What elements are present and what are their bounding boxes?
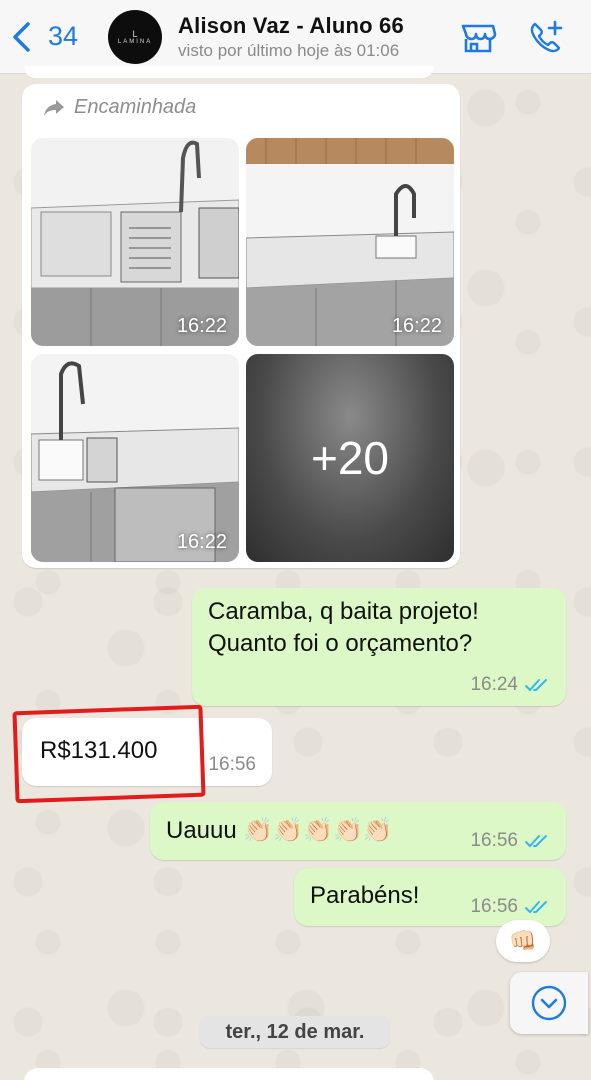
album-image-1[interactable]: 16:22: [31, 138, 239, 346]
read-ticks-icon: [525, 679, 547, 692]
red-highlight-box: [12, 704, 206, 804]
chevron-down-circle-icon: [531, 985, 567, 1021]
back-button[interactable]: 34: [10, 21, 78, 53]
chat-header: 34 L LAMINA Alison Vaz - Aluno 66 visto …: [0, 0, 591, 74]
avatar-brand: LAMINA: [117, 38, 153, 45]
avatar[interactable]: L LAMINA: [108, 9, 163, 64]
message-text: Uauuu 👏🏻👏🏻👏🏻👏🏻👏🏻: [166, 817, 393, 844]
store-icon[interactable]: [459, 18, 497, 56]
outgoing-message[interactable]: Uauuu 👏🏻👏🏻👏🏻👏🏻👏🏻 16:56: [150, 802, 566, 860]
next-message-edge: [24, 1068, 434, 1080]
image-time: 16:22: [176, 315, 227, 337]
forwarded-text: Encaminhada: [74, 96, 197, 118]
read-ticks-icon: [525, 901, 547, 914]
contact-name: Alison Vaz - Aluno 66: [178, 12, 404, 38]
image-time: 16:22: [391, 315, 442, 337]
scroll-to-bottom-button[interactable]: [510, 972, 588, 1034]
outgoing-message[interactable]: Caramba, q baita projeto! Quanto foi o o…: [192, 588, 566, 706]
message-text-line: Quanto foi o orçamento?: [208, 630, 473, 657]
previous-message-edge: [24, 66, 434, 78]
message-text: Parabéns!: [310, 882, 420, 909]
forwarded-label: Encaminhada: [42, 96, 196, 119]
message-time: 16:24: [470, 674, 518, 695]
unread-count: 34: [48, 21, 79, 51]
contact-info[interactable]: Alison Vaz - Aluno 66 visto por último h…: [178, 13, 404, 61]
outgoing-message[interactable]: Parabéns! 16:56: [294, 868, 566, 926]
image-time: 16:22: [176, 531, 227, 553]
back-chevron-icon: [13, 21, 30, 52]
album-image-2[interactable]: 16:22: [246, 138, 454, 346]
last-seen-status: visto por último hoje às 01:06: [178, 40, 400, 60]
more-images-count: +20: [310, 432, 390, 484]
avatar-mark: L: [132, 28, 138, 39]
album-image-3[interactable]: 16:22: [31, 354, 239, 562]
message-time: 16:56: [470, 830, 518, 851]
message-time: 16:56: [208, 754, 256, 775]
add-call-icon[interactable]: [527, 18, 565, 56]
forwarded-album-message[interactable]: Encaminhada 16:22 16:22 16:22 +20: [22, 84, 460, 568]
date-separator: ter., 12 de mar.: [200, 1016, 390, 1048]
read-ticks-icon: [525, 835, 547, 848]
message-reaction[interactable]: 👊🏻: [496, 920, 550, 962]
message-time: 16:56: [470, 896, 518, 917]
forward-arrow-icon: [44, 99, 64, 116]
album-more-images[interactable]: +20: [246, 354, 454, 562]
message-text-line: Caramba, q baita projeto!: [208, 598, 479, 625]
